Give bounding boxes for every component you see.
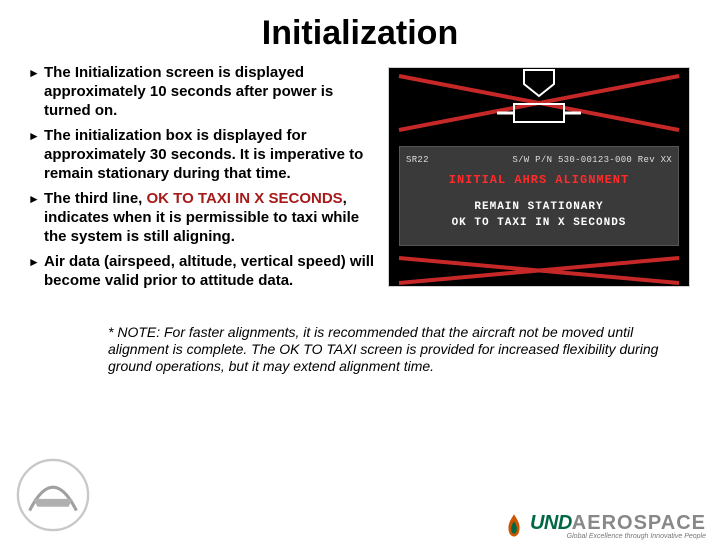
note-text: * NOTE: For faster alignments, it is rec… [108,324,660,375]
list-item: ► The Initialization screen is displayed… [28,63,380,120]
pfd-symbol-icon [389,68,689,146]
bullet-text: The third line, OK TO TAXI IN X SECONDS,… [44,189,380,246]
pfd-panel: SR22 S/W P/N 530-00123-000 Rev XX INITIA… [388,67,704,296]
pfd-line-2: REMAIN STATIONARY [406,201,672,213]
bullet-marker-icon: ► [28,252,44,272]
content-row: ► The Initialization screen is displayed… [0,63,720,296]
flame-icon [500,512,528,540]
brand-aerospace: AEROSPACE [572,512,706,534]
bullet-list: ► The Initialization screen is displayed… [28,63,380,296]
bullet-marker-icon: ► [28,189,44,209]
pfd-line-3: OK TO TAXI IN X SECONDS [406,217,672,229]
bullet-text: The Initialization screen is displayed a… [44,63,380,120]
pfd-line-1: INITIAL AHRS ALIGNMENT [406,173,672,187]
list-item: ► The initialization box is displayed fo… [28,126,380,183]
brand-und: UND [530,512,572,534]
bullet-marker-icon: ► [28,126,44,146]
alignment-message-box: SR22 S/W P/N 530-00123-000 Rev XX INITIA… [399,146,679,246]
pfd-screen: SR22 S/W P/N 530-00123-000 Rev XX INITIA… [388,67,690,287]
list-item: ► The third line, OK TO TAXI IN X SECOND… [28,189,380,246]
pfd-sw-label: S/W P/N 530-00123-000 Rev XX [512,155,672,165]
list-item: ► Air data (airspeed, altitude, vertical… [28,252,380,290]
bullet-prefix: The third line, [44,190,147,207]
bullet-marker-icon: ► [28,63,44,83]
und-aerospace-logo: UNDAEROSPACE Global Excellence through I… [500,512,706,540]
und-logo-icon [14,456,92,534]
pfd-model-label: SR22 [406,155,429,165]
slide-title: Initialization [0,14,720,53]
highlight-text: OK TO TAXI IN X SECONDS [147,190,343,207]
bullet-text: Air data (airspeed, altitude, vertical s… [44,252,380,290]
note-row: * NOTE: For faster alignments, it is rec… [108,324,660,375]
bullet-text: The initialization box is displayed for … [44,126,380,183]
